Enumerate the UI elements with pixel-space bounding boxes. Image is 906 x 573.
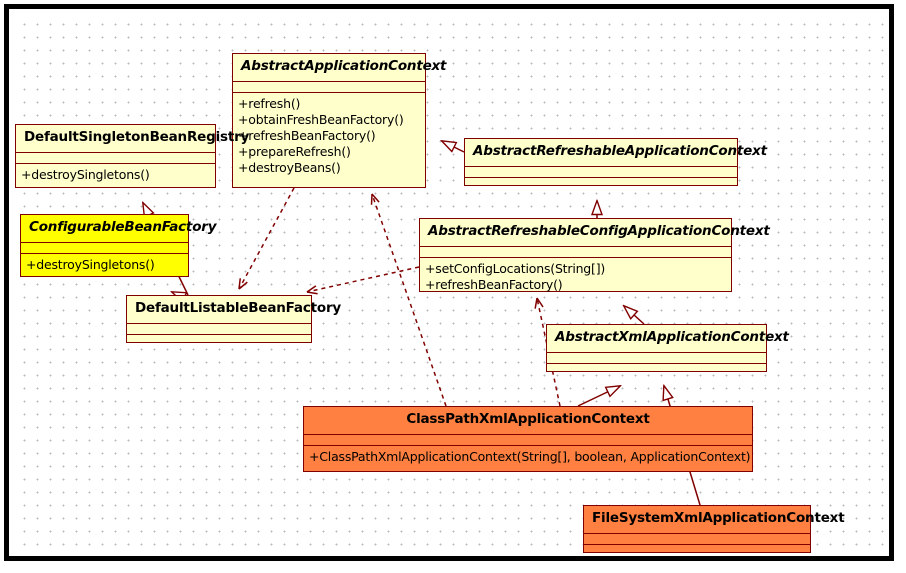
operation-ClassPathXmlApplicationContext-0: +ClassPathXmlApplicationContext(String[]…	[309, 448, 751, 464]
operations-compartment-AbstractXmlApplicationContext	[547, 364, 766, 375]
class-name-AbstractXmlApplicationContext: AbstractXmlApplicationContext	[547, 325, 789, 353]
operation-AbstractRefreshableConfigApplicationContext-0: +setConfigLocations(String[])	[425, 260, 606, 276]
class-name-AbstractRefreshableConfigApplicationContext: AbstractRefreshableConfigApplicationCont…	[420, 219, 770, 247]
class-name-DefaultListableBeanFactory: DefaultListableBeanFactory	[127, 296, 341, 324]
class-box-DefaultSingletonBeanRegistry[interactable]: DefaultSingletonBeanRegistry +destroySing…	[15, 124, 249, 188]
operation-AbstractApplicationContext-3: +prepareRefresh()	[238, 143, 351, 159]
attributes-compartment-DefaultSingletonBeanRegistry	[16, 153, 215, 164]
uml-diagram-canvas: AbstractApplicationContext +refresh() +obt…	[0, 0, 906, 573]
operations-compartment-AbstractRefreshableApplicationContext	[465, 178, 737, 189]
operation-DefaultSingletonBeanRegistry-0: +destroySingletons()	[21, 166, 150, 182]
class-box-FileSystemXmlApplicationContext[interactable]: FileSystemXmlApplicationContext	[583, 505, 845, 556]
operations-compartment-FileSystemXmlApplicationContext	[584, 545, 810, 556]
attributes-compartment-AbstractXmlApplicationContext	[547, 353, 766, 364]
class-box-AbstractXmlApplicationContext[interactable]: AbstractXmlApplicationContext	[546, 324, 789, 375]
operation-AbstractApplicationContext-4: +destroyBeans()	[238, 159, 341, 175]
operations-compartment-AbstractRefreshableConfigApplicationContext: +setConfigLocations(String[]) +refreshBea…	[420, 258, 731, 297]
attributes-compartment-ConfigurableBeanFactory	[21, 243, 188, 254]
class-box-ConfigurableBeanFactory[interactable]: ConfigurableBeanFactory +destroySingleton…	[20, 214, 217, 277]
class-name-AbstractRefreshableApplicationContext: AbstractRefreshableApplicationContext	[465, 139, 767, 167]
attributes-compartment-FileSystemXmlApplicationContext	[584, 534, 810, 545]
operations-compartment-DefaultSingletonBeanRegistry: +destroySingletons()	[16, 164, 215, 187]
class-box-AbstractRefreshableApplicationContext[interactable]: AbstractRefreshableApplicationContext	[464, 138, 767, 189]
operation-AbstractApplicationContext-2: +refreshBeanFactory()	[238, 127, 376, 143]
operation-AbstractApplicationContext-0: +refresh()	[238, 95, 301, 111]
class-name-ConfigurableBeanFactory: ConfigurableBeanFactory	[21, 215, 217, 243]
operations-compartment-ConfigurableBeanFactory: +destroySingletons()	[21, 254, 188, 277]
class-name-FileSystemXmlApplicationContext: FileSystemXmlApplicationContext	[584, 506, 845, 534]
attributes-compartment-AbstractRefreshableApplicationContext	[465, 167, 737, 178]
class-name-AbstractApplicationContext: AbstractApplicationContext	[233, 54, 446, 82]
attributes-compartment-AbstractRefreshableConfigApplicationContext	[420, 247, 731, 258]
class-box-AbstractRefreshableConfigApplicationContext[interactable]: AbstractRefreshableConfigApplicationCont…	[419, 218, 770, 292]
operations-compartment-DefaultListableBeanFactory	[127, 335, 311, 346]
operation-AbstractRefreshableConfigApplicationContext-1: +refreshBeanFactory()	[425, 276, 563, 292]
class-name-ClassPathXmlApplicationContext: ClassPathXmlApplicationContext	[304, 407, 752, 435]
class-box-DefaultListableBeanFactory[interactable]: DefaultListableBeanFactory	[126, 295, 341, 346]
operations-compartment-AbstractApplicationContext: +refresh() +obtainFreshBeanFactory() +refr…	[233, 93, 425, 180]
operations-compartment-ClassPathXmlApplicationContext: +ClassPathXmlApplicationContext(String[]…	[304, 446, 752, 469]
attributes-compartment-DefaultListableBeanFactory	[127, 324, 311, 335]
operation-ConfigurableBeanFactory-0: +destroySingletons()	[26, 256, 155, 272]
attributes-compartment-ClassPathXmlApplicationContext	[304, 435, 752, 446]
class-box-ClassPathXmlApplicationContext[interactable]: ClassPathXmlApplicationContext +ClassPath…	[303, 406, 753, 472]
attributes-compartment-AbstractApplicationContext	[233, 82, 425, 93]
class-box-AbstractApplicationContext[interactable]: AbstractApplicationContext +refresh() +obt…	[232, 53, 446, 188]
operation-AbstractApplicationContext-1: +obtainFreshBeanFactory()	[238, 111, 404, 127]
class-name-DefaultSingletonBeanRegistry: DefaultSingletonBeanRegistry	[16, 125, 249, 153]
